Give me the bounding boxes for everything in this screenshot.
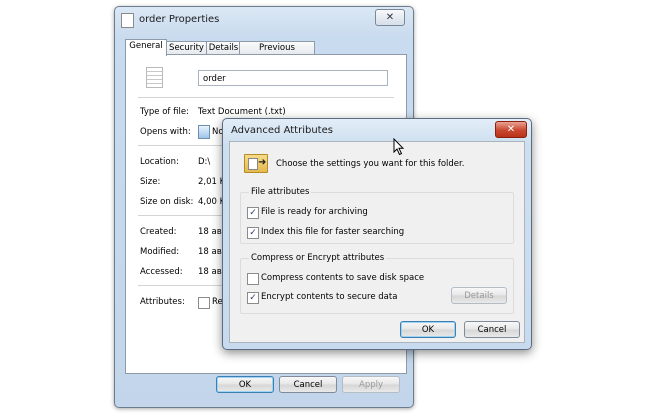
- compress-checkbox[interactable]: [247, 273, 259, 285]
- readonly-checkbox[interactable]: [198, 297, 210, 309]
- size-on-disk-label: Size on disk:: [140, 197, 194, 207]
- opens-with-label: Opens with:: [140, 127, 191, 137]
- advanced-cancel-button[interactable]: Cancel: [464, 321, 520, 338]
- tab-previous-versions[interactable]: Previous Versions: [239, 41, 315, 66]
- archive-checkbox[interactable]: ✓: [247, 207, 259, 219]
- tab-general[interactable]: General: [125, 39, 167, 56]
- tab-security[interactable]: Security: [165, 41, 208, 55]
- file-attributes-group: File attributes ✓ File is ready for arch…: [240, 187, 514, 244]
- tab-details[interactable]: Details: [206, 41, 241, 55]
- divider: [138, 97, 394, 98]
- location-value: D:\: [198, 157, 211, 167]
- advanced-dialog-body: ➜ Choose the settings you want for this …: [229, 141, 525, 343]
- properties-cancel-button[interactable]: Cancel: [279, 376, 337, 393]
- advanced-dialog-title: Advanced Attributes: [231, 125, 333, 136]
- text-document-icon: [146, 67, 163, 88]
- compress-encrypt-group: Compress or Encrypt attributes Compress …: [240, 253, 514, 314]
- properties-apply-button[interactable]: Apply: [342, 376, 400, 393]
- properties-close-button[interactable]: ✕: [375, 9, 405, 26]
- advanced-attributes-dialog: Advanced Attributes ✕ ➜ Choose the setti…: [222, 118, 532, 350]
- compress-encrypt-title: Compress or Encrypt attributes: [249, 253, 387, 263]
- document-title-icon: [121, 13, 134, 28]
- file-name-input[interactable]: order: [198, 70, 388, 86]
- attributes-label: Attributes:: [140, 297, 185, 307]
- index-checkbox[interactable]: ✓: [247, 227, 259, 239]
- encrypt-checkbox[interactable]: ✓: [247, 292, 259, 304]
- file-attributes-title: File attributes: [249, 187, 312, 197]
- type-value: Text Document (.txt): [198, 107, 286, 117]
- properties-ok-button[interactable]: OK: [216, 376, 274, 393]
- type-label: Type of file:: [140, 107, 189, 117]
- mouse-pointer-icon: [393, 138, 405, 156]
- details-button[interactable]: Details: [451, 287, 507, 304]
- modified-label: Modified:: [140, 247, 180, 257]
- advanced-close-button[interactable]: ✕: [495, 121, 527, 138]
- index-label: Index this file for faster searching: [261, 227, 405, 237]
- location-label: Location:: [140, 157, 179, 167]
- advanced-ok-button[interactable]: OK: [400, 321, 456, 338]
- archive-label: File is ready for archiving: [261, 207, 368, 217]
- folder-document-icon: ➜: [244, 154, 268, 173]
- properties-window-title: order Properties: [139, 14, 220, 25]
- notepad-icon: [198, 125, 210, 139]
- advanced-description: Choose the settings you want for this fo…: [276, 159, 465, 169]
- compress-label: Compress contents to save disk space: [261, 273, 425, 283]
- created-label: Created:: [140, 227, 177, 237]
- accessed-label: Accessed:: [140, 267, 183, 277]
- encrypt-label: Encrypt contents to secure data: [261, 292, 398, 302]
- size-label: Size:: [140, 177, 161, 187]
